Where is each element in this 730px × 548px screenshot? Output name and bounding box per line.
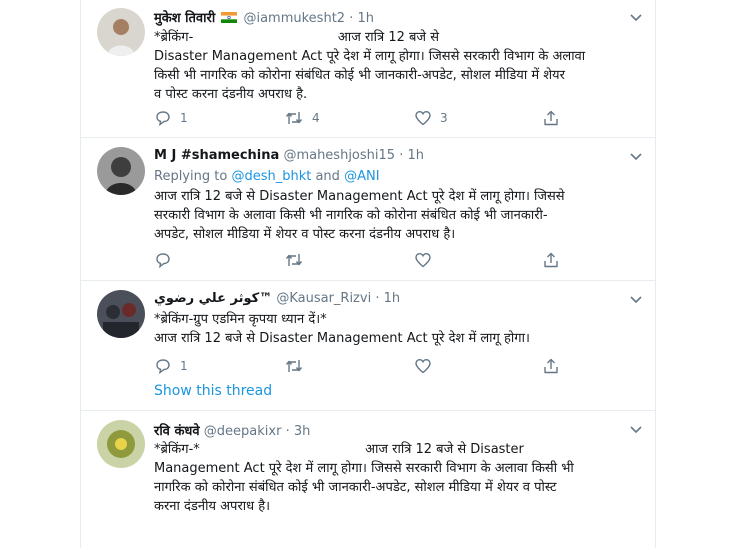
retweet-count: 4 xyxy=(312,111,320,125)
tweet[interactable]: रवि कंधवे @deepakixr · 3h *ब्रेकिंग-* आज… xyxy=(81,410,655,548)
retweet-button[interactable]: 4 xyxy=(284,108,320,128)
display-name[interactable]: M J #shamechina xyxy=(154,148,279,163)
tweet-text-line: करना दंडनीय अपराध है। xyxy=(154,499,271,514)
tweet[interactable]: كوثر علي رضوي™ @Kausar_Rizvi · 1h *ब्रेक… xyxy=(81,280,655,411)
reply-button[interactable]: 1 xyxy=(154,108,188,128)
tweet-text: *ब्रेकिंग-* आज रात्रि 12 बजे से Disaster… xyxy=(154,440,634,516)
tweet-text-line: अपडेट, सोशल मीडिया में शेयर व पोस्ट करना… xyxy=(154,227,456,242)
tweet[interactable]: M J #shamechina @maheshjoshi15 · 1h Repl… xyxy=(81,137,655,281)
tweet-text-line: *ब्रेकिंग-* आज रात्रि 12 बजे से Disaster xyxy=(154,442,524,457)
tweet-text-line: *ब्रेकिंग-ग्रुप एडमिन कृपया ध्यान दें।* xyxy=(154,312,327,327)
share-button[interactable] xyxy=(542,250,560,270)
tweet-actions: 1 4 3 xyxy=(154,108,574,128)
chevron-down-icon[interactable] xyxy=(629,10,643,24)
tweet-text: आज रात्रि 12 बजे से Disaster Management … xyxy=(154,187,634,244)
tweet-text-line: *ब्रेकिंग- आज रात्रि 12 बजे से xyxy=(154,30,440,45)
chevron-down-icon[interactable] xyxy=(629,149,643,163)
handle[interactable]: @iammukesht2 xyxy=(243,11,345,26)
avatar[interactable] xyxy=(97,147,145,195)
timestamp[interactable]: 3h xyxy=(294,424,311,439)
share-icon xyxy=(544,252,558,268)
tweet-header: كوثر علي رضوي™ @Kausar_Rizvi · 1h xyxy=(154,291,400,306)
retweet-icon xyxy=(285,360,303,372)
like-button[interactable]: 3 xyxy=(414,108,448,128)
show-thread-link[interactable]: Show this thread xyxy=(154,383,272,399)
tweet-text: *ब्रेकिंग-ग्रुप एडमिन कृपया ध्यान दें।* … xyxy=(154,310,634,348)
tweet-header: M J #shamechina @maheshjoshi15 · 1h xyxy=(154,148,424,163)
tweet-text-line: नागरिक को कोरोना संबंधित कोई भी जानकारी-… xyxy=(154,480,557,495)
like-button[interactable] xyxy=(414,250,440,270)
avatar[interactable] xyxy=(97,290,145,338)
separator: · xyxy=(375,291,380,306)
avatar[interactable] xyxy=(97,8,145,56)
tweet-text: *ब्रेकिंग- आज रात्रि 12 बजे से Disaster … xyxy=(154,28,634,104)
reply-icon xyxy=(156,111,170,127)
display-name[interactable]: كوثر علي رضوي™ xyxy=(154,291,272,306)
mention-link[interactable]: @desh_bhkt xyxy=(231,169,311,184)
reply-count: 1 xyxy=(180,111,188,125)
and-label: and xyxy=(315,169,340,184)
reply-count: 1 xyxy=(180,359,188,373)
retweet-icon xyxy=(285,112,303,124)
timestamp[interactable]: 1h xyxy=(357,11,374,26)
tweet-text-line: व पोस्ट करना दंडनीय अपराध है. xyxy=(154,87,308,102)
like-icon xyxy=(415,358,431,374)
retweet-button[interactable] xyxy=(284,250,312,270)
retweet-button[interactable] xyxy=(284,356,312,376)
share-button[interactable] xyxy=(542,108,560,128)
share-icon xyxy=(544,110,558,126)
tweet-text-line: किसी भी नागरिक को कोरोना संबंधित कोई भी … xyxy=(154,68,565,83)
tweet-actions: 1 xyxy=(154,356,574,376)
tweet-header: रवि कंधवे @deepakixr · 3h xyxy=(154,421,310,439)
timeline: मुकेश तिवारी @iammukesht2 · 1h *ब्रेकिंग… xyxy=(80,0,656,548)
tweet[interactable]: मुकेश तिवारी @iammukesht2 · 1h *ब्रेकिंग… xyxy=(81,0,655,138)
separator: · xyxy=(399,148,404,163)
timestamp[interactable]: 1h xyxy=(384,291,401,306)
mention-link[interactable]: @ANI xyxy=(344,169,379,184)
timestamp[interactable]: 1h xyxy=(407,148,424,163)
tweet-header: मुकेश तिवारी @iammukesht2 · 1h xyxy=(154,8,374,26)
handle[interactable]: @maheshjoshi15 xyxy=(283,148,395,163)
retweet-icon xyxy=(285,254,303,266)
replying-to: Replying to @desh_bhkt and @ANI xyxy=(154,167,634,186)
chevron-down-icon[interactable] xyxy=(629,422,643,436)
tweet-text-line: सरकारी विभाग के अलावा किसी भी नागरिक को … xyxy=(154,208,548,223)
india-flag-icon xyxy=(221,12,238,23)
display-name[interactable]: रवि कंधवे xyxy=(154,424,200,439)
like-button[interactable] xyxy=(414,356,440,376)
reply-button[interactable]: 1 xyxy=(154,356,188,376)
replying-to-label: Replying to xyxy=(154,169,228,184)
separator: · xyxy=(285,424,290,439)
separator: · xyxy=(349,11,354,26)
handle[interactable]: @deepakixr xyxy=(204,424,282,439)
reply-button[interactable] xyxy=(154,250,180,270)
tweet-text-line: आज रात्रि 12 बजे से Disaster Management … xyxy=(154,331,530,346)
share-icon xyxy=(544,358,558,374)
tweet-actions xyxy=(154,250,574,270)
like-icon xyxy=(415,110,431,126)
handle[interactable]: @Kausar_Rizvi xyxy=(276,291,371,306)
like-count: 3 xyxy=(440,111,448,125)
like-icon xyxy=(415,252,431,268)
display-name[interactable]: मुकेश तिवारी xyxy=(154,11,215,26)
reply-icon xyxy=(156,359,170,375)
reply-icon xyxy=(156,253,170,269)
tweet-text-line: Disaster Management Act पूरे देश में लाग… xyxy=(154,49,586,64)
share-button[interactable] xyxy=(542,356,560,376)
chevron-down-icon[interactable] xyxy=(629,292,643,306)
tweet-text-line: Management Act पूरे देश में लागू होगा। ज… xyxy=(154,461,574,476)
tweet-text-line: आज रात्रि 12 बजे से Disaster Management … xyxy=(154,189,565,204)
avatar[interactable] xyxy=(97,420,145,468)
